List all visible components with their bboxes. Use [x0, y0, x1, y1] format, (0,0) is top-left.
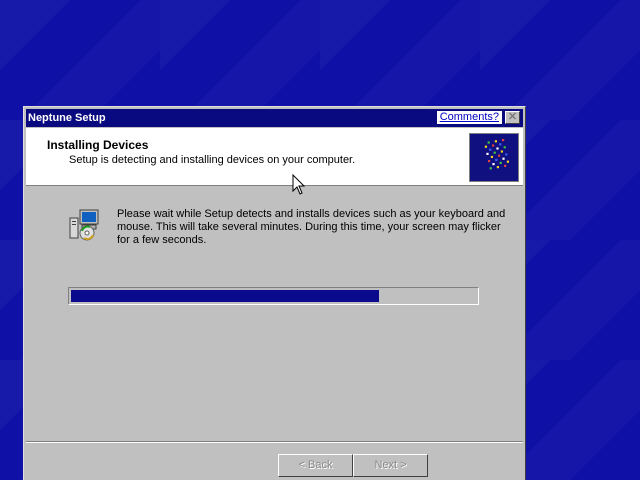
divider: [26, 441, 523, 443]
computer-cd-icon: [68, 208, 102, 242]
setup-window: Neptune Setup Comments? ✕ Installing Dev…: [23, 106, 526, 480]
progress-bar-fill: [71, 290, 379, 302]
page-title: Installing Devices: [47, 138, 149, 152]
next-button[interactable]: Next >: [353, 454, 428, 477]
close-button[interactable]: ✕: [505, 111, 520, 124]
back-button[interactable]: < Back: [278, 454, 353, 477]
mouse-pointer-icon: [292, 174, 306, 195]
close-icon: ✕: [507, 111, 518, 123]
header-panel: Installing Devices Setup is detecting an…: [26, 128, 523, 186]
windows-flag-logo-icon: [469, 133, 519, 182]
progress-bar: [68, 287, 479, 305]
comments-link[interactable]: Comments?: [436, 111, 502, 124]
page-subtitle: Setup is detecting and installing device…: [69, 154, 356, 166]
window-title: Neptune Setup: [28, 112, 106, 124]
status-message: Please wait while Setup detects and inst…: [117, 208, 506, 246]
title-bar: Neptune Setup Comments? ✕: [26, 109, 523, 127]
